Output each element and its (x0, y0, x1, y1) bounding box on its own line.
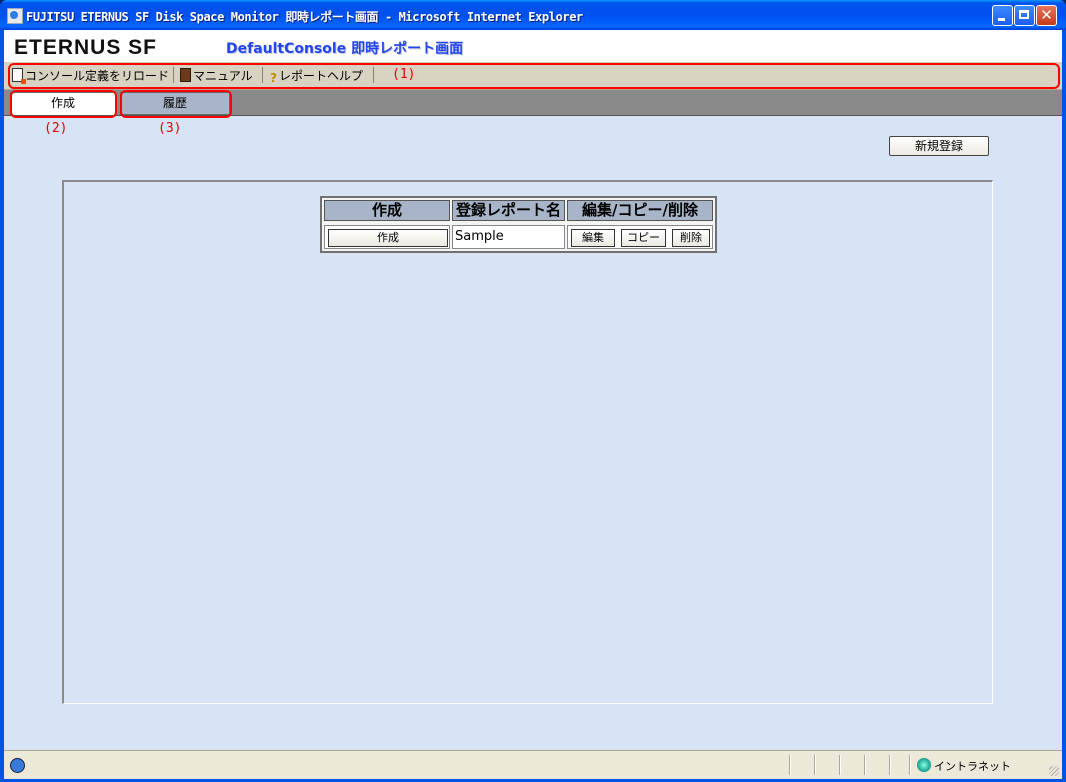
status-divider (909, 755, 911, 775)
annotation-2: (2) (44, 121, 68, 136)
annotation-box-toolbar (8, 63, 1060, 89)
status-divider (789, 755, 791, 775)
browser-window: FUJITSU ETERNUS SF Disk Space Monitor 即時… (0, 0, 1066, 782)
resize-grip-icon[interactable] (1049, 766, 1059, 776)
eternus-logo: ETERNUS SF (14, 36, 158, 59)
minimize-button[interactable] (992, 5, 1013, 26)
create-report-button[interactable]: 作成 (328, 229, 448, 247)
ie-page-icon (7, 8, 23, 24)
close-button[interactable]: ✕ (1036, 5, 1057, 26)
annotation-box-tab-create (10, 90, 117, 118)
annotation-3: (3) (158, 121, 182, 136)
table-cell-actions: 編集 コピー 削除 (567, 225, 713, 249)
new-register-button[interactable]: 新規登録 (889, 136, 989, 156)
intranet-globe-icon (917, 758, 931, 772)
content-panel (62, 180, 993, 704)
status-divider (839, 755, 841, 775)
status-bar: イントラネット (4, 750, 1062, 779)
report-name-cell: Sample (452, 225, 565, 249)
screen-title: DefaultConsole 即時レポート画面 (226, 41, 464, 57)
maximize-button[interactable] (1014, 5, 1035, 26)
copy-button[interactable]: コピー (621, 229, 666, 247)
report-table: 作成 登録レポート名 編集/コピー/削除 作成 Sample 編集 コピー 削除 (320, 196, 717, 253)
status-divider (814, 755, 816, 775)
header-edit-copy-delete: 編集/コピー/削除 (567, 200, 713, 221)
close-icon: ✕ (1040, 6, 1053, 24)
edit-button[interactable]: 編集 (571, 229, 615, 247)
ie-status-icon (10, 758, 25, 773)
title-bar[interactable]: FUJITSU ETERNUS SF Disk Space Monitor 即時… (0, 0, 1066, 30)
delete-button[interactable]: 削除 (672, 229, 710, 247)
annotation-box-tab-history (120, 90, 232, 118)
header-create: 作成 (324, 200, 450, 221)
table-cell-create: 作成 (324, 225, 450, 249)
header-report-name: 登録レポート名 (452, 200, 565, 221)
status-divider (889, 755, 891, 775)
logo-bar: ETERNUS SF DefaultConsole 即時レポート画面 (4, 30, 1062, 62)
status-divider (864, 755, 866, 775)
window-title: FUJITSU ETERNUS SF Disk Space Monitor 即時… (26, 10, 583, 24)
security-zone-label: イントラネット (934, 760, 1011, 773)
